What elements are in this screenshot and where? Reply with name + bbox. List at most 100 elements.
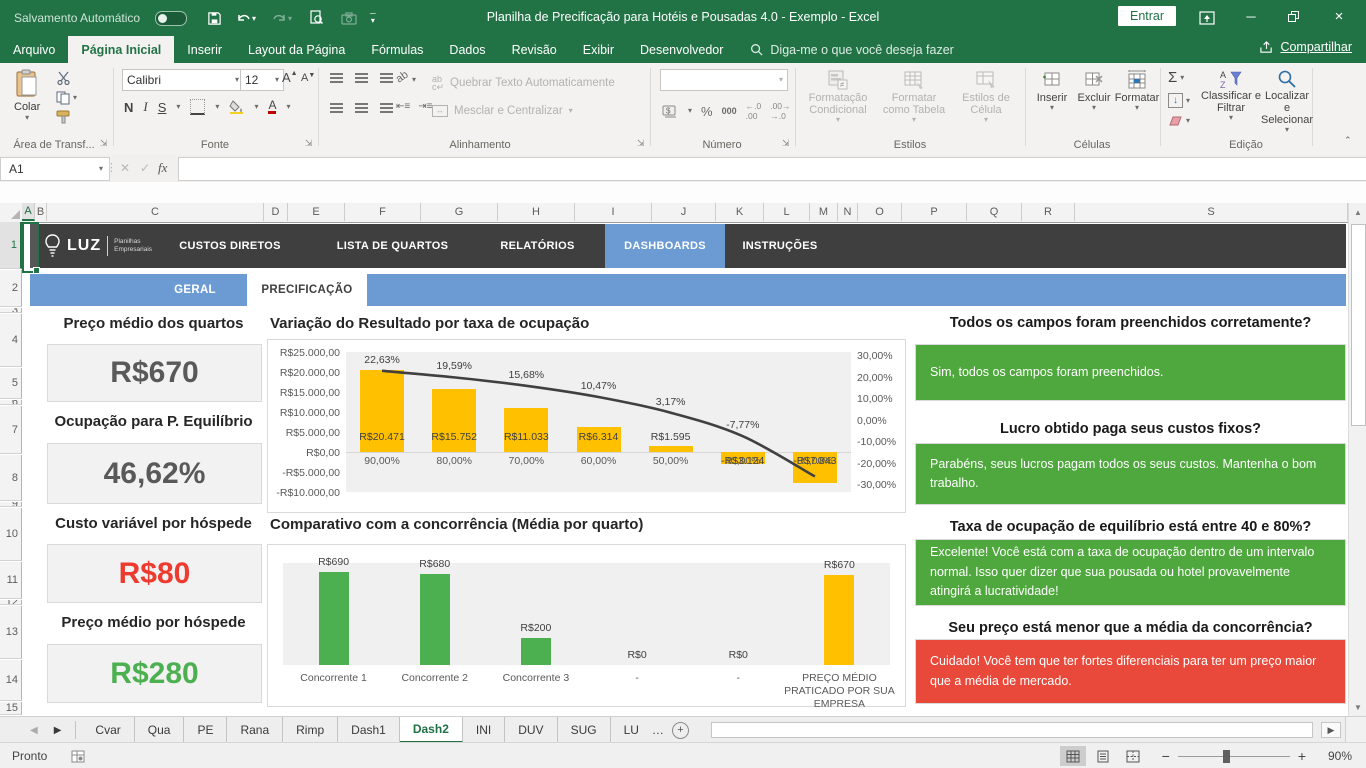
row-header-5[interactable]: 5 xyxy=(0,368,22,399)
horizontal-scroll-thumb[interactable] xyxy=(711,722,1313,738)
column-header-i[interactable]: I xyxy=(575,203,652,221)
sheet-tab-dash1[interactable]: Dash1 xyxy=(338,717,400,743)
borders-caret[interactable]: ▾ xyxy=(215,104,219,110)
sort-filter-button[interactable]: AZ Classificar e Filtrar▾ xyxy=(1200,69,1262,121)
indent-buttons[interactable]: ⇤≡⇥≡ xyxy=(396,101,432,112)
zoom-slider-thumb[interactable] xyxy=(1223,750,1230,763)
font-color-caret[interactable]: ▾ xyxy=(286,104,290,110)
find-select-button[interactable]: Localizar e Selecionar▾ xyxy=(1262,69,1312,133)
nav-relatorios[interactable]: RELATÓRIOS xyxy=(475,224,600,268)
sheet-tab-rimp[interactable]: Rimp xyxy=(283,717,338,743)
row-header-2[interactable]: 2 xyxy=(0,270,22,307)
row-header-4[interactable]: 4 xyxy=(0,314,22,367)
column-header-j[interactable]: J xyxy=(652,203,716,221)
row-header-6[interactable]: 6 xyxy=(0,400,22,405)
tab-exibir[interactable]: Exibir xyxy=(570,36,627,63)
subtab-geral[interactable]: GERAL xyxy=(150,274,240,306)
sheet-tab-dash2[interactable]: Dash2 xyxy=(400,717,463,743)
italic-button[interactable]: I xyxy=(143,99,147,115)
row-header-11[interactable]: 11 xyxy=(0,562,22,599)
sheet-tab-cvar[interactable]: Cvar xyxy=(82,717,134,743)
column-header-p[interactable]: P xyxy=(902,203,967,221)
nav-lista-de-quartos[interactable]: LISTA DE QUARTOS xyxy=(310,224,475,268)
new-sheet-button[interactable]: + xyxy=(672,717,689,743)
decrease-font-icon[interactable]: A▼ xyxy=(301,72,315,84)
bold-button[interactable]: N xyxy=(124,100,133,115)
orientation-icon[interactable]: ab xyxy=(394,69,411,86)
sheet-tab-rana[interactable]: Rana xyxy=(227,717,283,743)
font-name-select[interactable]: Calibri▾ xyxy=(122,69,244,91)
tell-me-search[interactable]: Diga-me o que você deseja fazer xyxy=(750,36,953,63)
format-painter-icon[interactable] xyxy=(56,110,71,124)
fill-color-icon[interactable] xyxy=(229,100,244,114)
page-break-view-button[interactable] xyxy=(1120,746,1146,766)
normal-view-button[interactable] xyxy=(1060,746,1086,766)
row-header-3[interactable]: 3 xyxy=(0,308,22,313)
column-header-e[interactable]: E xyxy=(288,203,345,221)
format-cells-button[interactable]: Formatar▾ xyxy=(1114,69,1160,111)
row-header-1[interactable]: 1 xyxy=(0,222,22,269)
tab-layout-da-pagina[interactable]: Layout da Página xyxy=(235,36,358,63)
collapse-ribbon-icon[interactable]: ⌃ xyxy=(1344,135,1352,146)
vertical-align-buttons[interactable] xyxy=(330,73,393,75)
clipboard-dialog-launcher[interactable]: ⇲ xyxy=(100,138,108,149)
increase-decimal-icon[interactable]: ←.0.00 xyxy=(746,101,762,121)
column-header-q[interactable]: Q xyxy=(967,203,1022,221)
fill-color-caret[interactable]: ▾ xyxy=(254,104,258,110)
column-header-d[interactable]: D xyxy=(264,203,288,221)
sheet-tab-ini[interactable]: INI xyxy=(463,717,505,743)
accounting-format-icon[interactable]: $ xyxy=(662,104,679,118)
sheet-tabs-overflow[interactable]: … xyxy=(652,717,664,743)
scroll-up-arrow[interactable]: ▲ xyxy=(1350,204,1366,220)
sign-in-button[interactable]: Entrar xyxy=(1118,6,1176,26)
row-header-14[interactable]: 14 xyxy=(0,660,22,701)
hscroll-right-arrow[interactable]: ▶ xyxy=(1321,722,1341,738)
font-dialog-launcher[interactable]: ⇲ xyxy=(305,138,313,149)
autosum-button[interactable]: Σ▾ xyxy=(1168,69,1184,86)
tab-pagina-inicial[interactable]: Página Inicial xyxy=(68,36,174,63)
subtab-precificacao[interactable]: PRECIFICAÇÃO xyxy=(247,274,367,306)
minimize-button[interactable]: ─ xyxy=(1234,3,1268,29)
vertical-scroll-thumb[interactable] xyxy=(1351,224,1366,426)
column-header-h[interactable]: H xyxy=(498,203,575,221)
fill-handle[interactable] xyxy=(33,267,40,274)
increase-font-icon[interactable]: A▲ xyxy=(282,70,298,85)
tab-revisao[interactable]: Revisão xyxy=(499,36,570,63)
zoom-slider[interactable] xyxy=(1178,756,1290,757)
copy-icon[interactable]: ▾ xyxy=(56,91,77,105)
column-header-o[interactable]: O xyxy=(858,203,902,221)
name-box-splitter[interactable]: ⋮ xyxy=(106,161,117,174)
sheet-tab-sug[interactable]: SUG xyxy=(558,717,611,743)
number-dialog-launcher[interactable]: ⇲ xyxy=(782,138,790,149)
vertical-scrollbar[interactable]: ▲ ▼ xyxy=(1348,203,1366,716)
print-preview-icon[interactable] xyxy=(305,7,327,29)
sheet-nav-right-arrow[interactable]: ▶ xyxy=(46,717,70,743)
share-button[interactable]: Compartilhar xyxy=(1259,40,1352,54)
underline-caret[interactable]: ▾ xyxy=(176,104,180,110)
ribbon-display-options-icon[interactable] xyxy=(1196,7,1218,29)
macro-record-icon[interactable] xyxy=(71,750,85,763)
orientation-caret[interactable]: ▾ xyxy=(412,77,416,83)
sheet-nav-left-arrow[interactable]: ◀ xyxy=(22,717,46,743)
scroll-down-arrow[interactable]: ▼ xyxy=(1350,699,1366,715)
column-header-n[interactable]: N xyxy=(838,203,858,221)
zoom-in-button[interactable]: + xyxy=(1298,748,1306,764)
tab-formulas[interactable]: Fórmulas xyxy=(358,36,436,63)
name-box-caret[interactable]: ▾ xyxy=(99,166,103,172)
decrease-decimal-icon[interactable]: .00→→.0 xyxy=(770,101,790,121)
font-color-icon[interactable]: A xyxy=(268,100,276,114)
tab-desenvolvedor[interactable]: Desenvolvedor xyxy=(627,36,736,63)
zoom-out-button[interactable]: − xyxy=(1162,748,1170,764)
autosave-toggle[interactable] xyxy=(155,11,187,26)
row-header-15[interactable]: 15 xyxy=(0,702,22,715)
formula-input[interactable] xyxy=(178,157,1366,181)
column-header-s[interactable]: S xyxy=(1075,203,1348,221)
page-layout-view-button[interactable] xyxy=(1090,746,1116,766)
column-header-c[interactable]: C xyxy=(47,203,264,221)
tab-dados[interactable]: Dados xyxy=(436,36,498,63)
font-size-select[interactable]: 12▾ xyxy=(240,69,284,91)
restore-button[interactable] xyxy=(1276,3,1310,29)
sheet-tab-duv[interactable]: DUV xyxy=(505,717,557,743)
column-header-g[interactable]: G xyxy=(421,203,498,221)
cut-icon[interactable] xyxy=(56,71,71,85)
